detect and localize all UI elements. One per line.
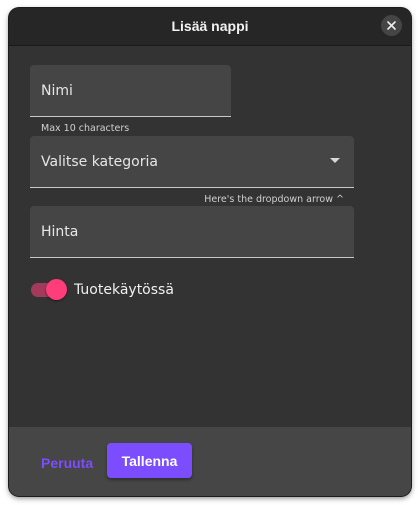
toggle-thumb [46, 279, 67, 300]
save-button[interactable]: Tallenna [107, 443, 192, 478]
price-input-value: Hinta [41, 223, 79, 240]
dialog-title: Lisää nappi [171, 18, 249, 34]
dropdown-arrow-icon [330, 158, 340, 163]
category-select[interactable]: Valitse kategoria [30, 136, 354, 188]
cancel-button[interactable]: Peruuta [41, 452, 93, 474]
in-use-toggle[interactable] [30, 279, 68, 301]
close-icon [387, 21, 396, 30]
name-input-value: Nimi [41, 82, 73, 99]
title-bar: Lisää nappi [9, 8, 411, 46]
name-input[interactable]: Nimi [30, 65, 231, 117]
close-button[interactable] [381, 15, 402, 36]
in-use-toggle-label[interactable]: Tuotekäytössä [74, 280, 174, 300]
category-select-value: Valitse kategoria [41, 153, 158, 170]
price-input[interactable]: Hinta [30, 206, 354, 258]
name-hint: Max 10 characters [41, 123, 130, 134]
dialog-window: Lisää nappi Nimi Max 10 characters Valit… [9, 8, 411, 496]
category-hint: Here's the dropdown arrow ^ [204, 194, 344, 205]
